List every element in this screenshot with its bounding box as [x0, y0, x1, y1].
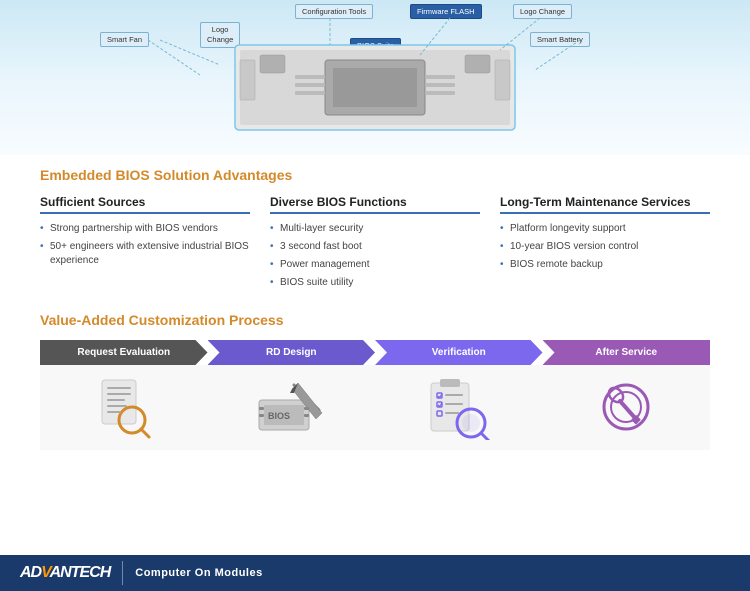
label-logo-change2: Logo Change	[513, 4, 572, 19]
step3-icon-area	[375, 365, 543, 450]
step4-header: After Service	[543, 340, 711, 365]
col1-item-2: 50+ engineers with extensive industrial …	[40, 240, 250, 268]
label-smart-fan: Smart Fan	[100, 32, 149, 47]
col1-list: Strong partnership with BIOS vendors 50+…	[40, 222, 250, 268]
after-service-icon	[596, 375, 656, 440]
step1-icon-area	[40, 365, 208, 450]
step-verification: Verification	[375, 340, 543, 450]
request-evaluation-icon	[94, 375, 154, 440]
step-after-service: After Service	[543, 340, 711, 450]
step-rd-design: RD Design BIOS	[208, 340, 376, 450]
col-diverse-bios: Diverse BIOS Functions Multi-layer secur…	[270, 195, 480, 294]
step3-header: Verification	[375, 340, 543, 365]
step2-header: RD Design	[208, 340, 376, 365]
col3-heading: Long-Term Maintenance Services	[500, 195, 710, 214]
advantages-grid: Sufficient Sources Strong partnership wi…	[40, 195, 710, 294]
col3-item-3: BIOS remote backup	[500, 258, 710, 272]
step-request-evaluation: Request Evaluation	[40, 340, 208, 450]
col2-item-3: Power management	[270, 258, 480, 272]
col3-item-2: 10-year BIOS version control	[500, 240, 710, 254]
diagram-section: Configuration Tools Firmware FLASH Logo …	[0, 0, 750, 155]
section2-title: Value-Added Customization Process	[40, 312, 710, 328]
motherboard-illustration	[195, 25, 555, 150]
footer-logo-text: ADVANTECH	[20, 564, 110, 582]
section1-title: Embedded BIOS Solution Advantages	[40, 167, 710, 183]
col-longterm: Long-Term Maintenance Services Platform …	[500, 195, 710, 294]
svg-text:BIOS: BIOS	[268, 411, 290, 421]
col2-list: Multi-layer security 3 second fast boot …	[270, 222, 480, 290]
col2-item-4: BIOS suite utility	[270, 276, 480, 290]
label-config-tools: Configuration Tools	[295, 4, 373, 19]
col-sufficient-sources: Sufficient Sources Strong partnership wi…	[40, 195, 250, 294]
col1-heading: Sufficient Sources	[40, 195, 250, 214]
main-content: Embedded BIOS Solution Advantages Suffic…	[0, 155, 750, 460]
process-steps: Request Evaluation R	[40, 340, 710, 450]
col2-heading: Diverse BIOS Functions	[270, 195, 480, 214]
col3-item-1: Platform longevity support	[500, 222, 710, 236]
col2-item-2: 3 second fast boot	[270, 240, 480, 254]
step1-header: Request Evaluation	[40, 340, 208, 365]
rd-design-icon: BIOS	[254, 375, 329, 440]
label-firmware-flash: Firmware FLASH	[410, 4, 482, 19]
footer-logo: ADVANTECH	[20, 564, 110, 582]
footer-divider	[122, 561, 123, 585]
footer: ADVANTECH Computer On Modules	[0, 555, 750, 591]
col3-list: Platform longevity support 10-year BIOS …	[500, 222, 710, 272]
col2-item-1: Multi-layer security	[270, 222, 480, 236]
verification-icon	[426, 375, 491, 440]
step2-icon-area: BIOS	[208, 365, 376, 450]
step4-icon-area	[543, 365, 711, 450]
footer-tagline: Computer On Modules	[135, 567, 262, 579]
footer-logo-highlight: V	[41, 564, 49, 581]
col1-item-1: Strong partnership with BIOS vendors	[40, 222, 250, 236]
